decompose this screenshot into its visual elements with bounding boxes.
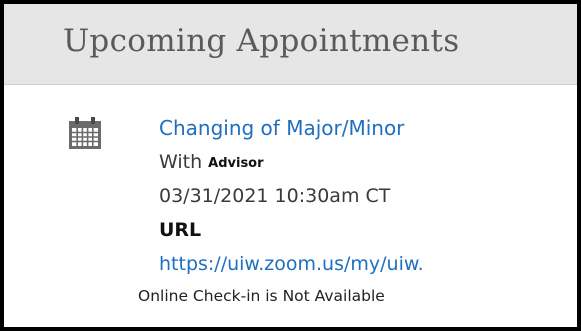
advisor-name: Advisor <box>208 156 264 171</box>
calendar-icon <box>69 117 101 149</box>
meeting-url-link[interactable]: https://uiw.zoom.us/my/uiw. <box>159 252 424 276</box>
url-label: URL <box>159 219 202 241</box>
checkin-status: Online Check-in is Not Available <box>138 287 385 305</box>
appointment-with: With Advisor <box>159 150 264 176</box>
appointment-datetime: 03/31/2021 10:30am CT <box>159 185 391 207</box>
card-header: Upcoming Appointments <box>4 4 577 85</box>
page-title: Upcoming Appointments <box>63 23 460 59</box>
upcoming-appointments-card: Upcoming Appointments Changing of Major/… <box>4 4 577 327</box>
with-label: With <box>159 151 203 173</box>
appointment-title-link[interactable]: Changing of Major/Minor <box>159 116 404 140</box>
